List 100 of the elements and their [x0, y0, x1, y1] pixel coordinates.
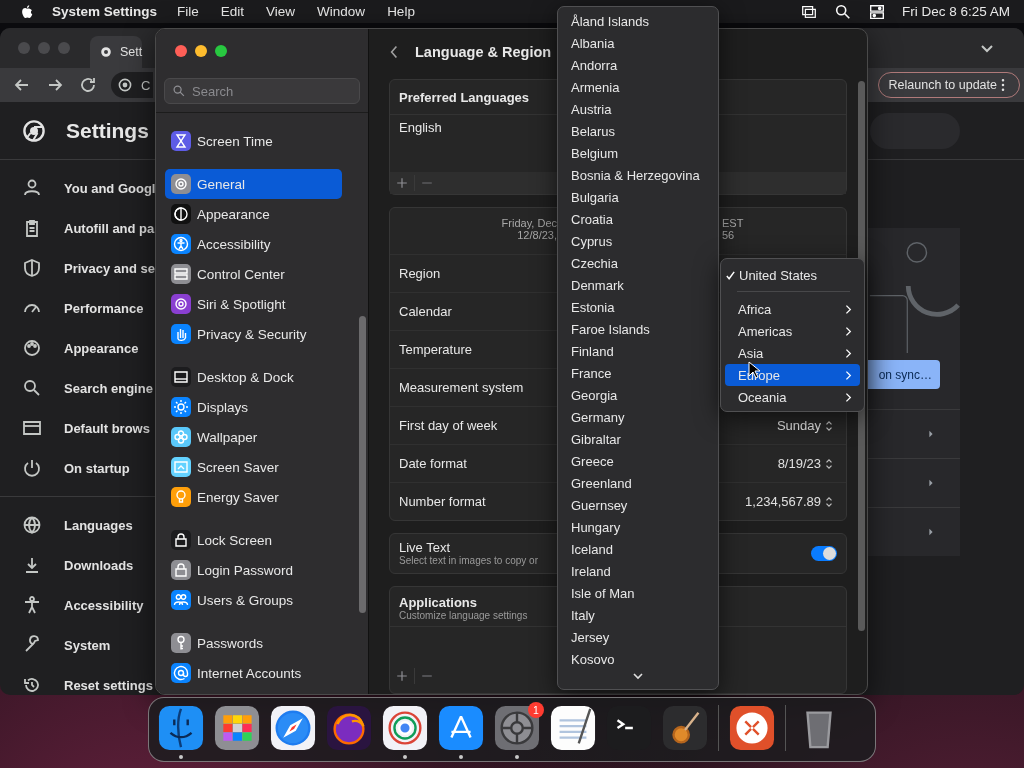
- minimize-button[interactable]: [195, 45, 207, 57]
- sidebar-item[interactable]: Users & Groups: [165, 585, 342, 615]
- menu-item[interactable]: Denmark: [558, 275, 718, 297]
- compass-icon[interactable]: [270, 705, 316, 751]
- sidebar-item[interactable]: Energy Saver: [165, 482, 342, 512]
- settings-nav-item[interactable]: Default brows: [22, 408, 155, 448]
- sidebar-item[interactable]: Appearance: [165, 199, 342, 229]
- settings-nav-item[interactable]: Downloads: [22, 545, 155, 585]
- submenu-item[interactable]: Americas: [725, 320, 860, 342]
- submenu-item[interactable]: Oceania: [725, 386, 860, 408]
- arrows-icon[interactable]: [729, 705, 775, 751]
- popup-button[interactable]: 1,234,567.89: [745, 494, 824, 509]
- submenu-item[interactable]: Europe: [725, 364, 860, 386]
- menu-item[interactable]: Kosovo: [558, 649, 718, 671]
- menu-item[interactable]: Bulgaria: [558, 187, 718, 209]
- reload-icon[interactable]: [78, 75, 98, 95]
- settings-nav-item[interactable]: Accessibility: [22, 585, 155, 625]
- sidebar-item[interactable]: Siri & Spotlight: [165, 289, 342, 319]
- back-chevron-icon[interactable]: [389, 43, 399, 60]
- settings-nav-item[interactable]: Languages: [22, 505, 155, 545]
- app-grid-icon[interactable]: [214, 705, 260, 751]
- sidebar-item[interactable]: General: [165, 169, 342, 199]
- flame-globe-icon[interactable]: [326, 705, 372, 751]
- scrollbar[interactable]: [359, 316, 366, 613]
- menu-item[interactable]: Åland Islands: [558, 11, 718, 33]
- settings-nav-item[interactable]: Search engine: [22, 368, 155, 408]
- settings-nav-item[interactable]: Privacy and se: [22, 248, 155, 288]
- letter-a-sticks-icon[interactable]: [438, 705, 484, 751]
- sidebar-item[interactable]: Desktop & Dock: [165, 362, 342, 392]
- menu-item[interactable]: Czechia: [558, 253, 718, 275]
- sidebar-item[interactable]: Privacy & Security: [165, 319, 342, 349]
- sidebar-item[interactable]: Login Password: [165, 555, 342, 585]
- menu-item[interactable]: Jersey: [558, 627, 718, 649]
- sidebar-item[interactable]: Accessibility: [165, 229, 342, 259]
- zoom-button[interactable]: [215, 45, 227, 57]
- menu-item[interactable]: Iceland: [558, 539, 718, 561]
- menu-item[interactable]: Edit: [220, 4, 245, 19]
- sidebar-item[interactable]: Wallpaper: [165, 422, 342, 452]
- smiling-face-icon[interactable]: [158, 705, 204, 751]
- menu-item[interactable]: Help: [387, 4, 415, 19]
- ring-logo-icon[interactable]: [382, 705, 428, 751]
- menu-item[interactable]: Greenland: [558, 473, 718, 495]
- settings-nav-item[interactable]: Reset settings: [22, 665, 155, 695]
- gear-icon[interactable]: [494, 705, 540, 751]
- more-options-icon[interactable]: [1000, 77, 1006, 93]
- app-menu[interactable]: System Settings: [52, 4, 158, 19]
- popup-button[interactable]: 8/19/23: [777, 456, 824, 471]
- close-button[interactable]: [175, 45, 187, 57]
- notepad-pen-icon[interactable]: [550, 705, 596, 751]
- expand-arrow-icon[interactable]: [927, 429, 935, 439]
- submenu-item[interactable]: Asia: [725, 342, 860, 364]
- expand-arrow-icon[interactable]: [927, 478, 935, 488]
- sidebar-item[interactable]: Passwords: [165, 628, 342, 658]
- menu-item[interactable]: Andorra: [558, 55, 718, 77]
- menu-item[interactable]: Greece: [558, 451, 718, 473]
- menu-item[interactable]: Cyprus: [558, 231, 718, 253]
- sidebar-item[interactable]: Control Center: [165, 259, 342, 289]
- guitar-icon[interactable]: [662, 705, 708, 751]
- popup-button[interactable]: Sunday: [776, 418, 824, 433]
- expand-arrow-icon[interactable]: [927, 527, 935, 537]
- sidebar-item[interactable]: Internet Accounts: [165, 658, 342, 688]
- settings-nav-item[interactable]: System: [22, 625, 155, 665]
- control-center-icon[interactable]: [867, 2, 886, 21]
- menu-item[interactable]: United States: [739, 267, 818, 283]
- search-field[interactable]: Search: [164, 78, 360, 104]
- sidebar-item[interactable]: Screen Time: [165, 126, 342, 156]
- menu-item[interactable]: Armenia: [558, 77, 718, 99]
- toggle-switch[interactable]: [811, 545, 837, 561]
- search-icon[interactable]: [833, 2, 852, 21]
- menu-item[interactable]: Germany: [558, 407, 718, 429]
- settings-nav-item[interactable]: Performance: [22, 288, 155, 328]
- menu-item[interactable]: Guernsey: [558, 495, 718, 517]
- sidebar-item[interactable]: Displays: [165, 392, 342, 422]
- language-item[interactable]: English: [399, 120, 442, 138]
- menu-item[interactable]: Faroe Islands: [558, 319, 718, 341]
- browser-tab[interactable]: Sett: [90, 36, 143, 68]
- menu-item[interactable]: Croatia: [558, 209, 718, 231]
- menu-bar-clock[interactable]: Fri Dec 8 6:25 AM: [901, 4, 1010, 19]
- menu-item[interactable]: Bosnia & Herzegovina: [558, 165, 718, 187]
- settings-nav-item[interactable]: Autofill and pa: [22, 208, 155, 248]
- menu-item[interactable]: Ireland: [558, 561, 718, 583]
- menu-item[interactable]: Belarus: [558, 121, 718, 143]
- settings-nav-item[interactable]: You and Googl: [22, 168, 155, 208]
- menu-item[interactable]: File: [177, 4, 199, 19]
- sidebar-item[interactable]: Screen Saver: [165, 452, 342, 482]
- menu-item[interactable]: France: [558, 363, 718, 385]
- menu-item[interactable]: Italy: [558, 605, 718, 627]
- menu-item[interactable]: Window: [317, 4, 366, 19]
- sidebar-item[interactable]: Lock Screen: [165, 525, 342, 555]
- menu-item[interactable]: Isle of Man: [558, 583, 718, 605]
- menu-item[interactable]: View: [266, 4, 296, 19]
- menu-item[interactable]: Finland: [558, 341, 718, 363]
- sync-button[interactable]: on sync…: [868, 360, 940, 389]
- address-bar[interactable]: C: [111, 72, 153, 98]
- menu-item[interactable]: Georgia: [558, 385, 718, 407]
- submenu-item[interactable]: Africa: [725, 298, 860, 320]
- menu-item[interactable]: Belgium: [558, 143, 718, 165]
- settings-nav-item[interactable]: Appearance: [22, 328, 155, 368]
- menu-item[interactable]: Hungary: [558, 517, 718, 539]
- menu-item[interactable]: Gibraltar: [558, 429, 718, 451]
